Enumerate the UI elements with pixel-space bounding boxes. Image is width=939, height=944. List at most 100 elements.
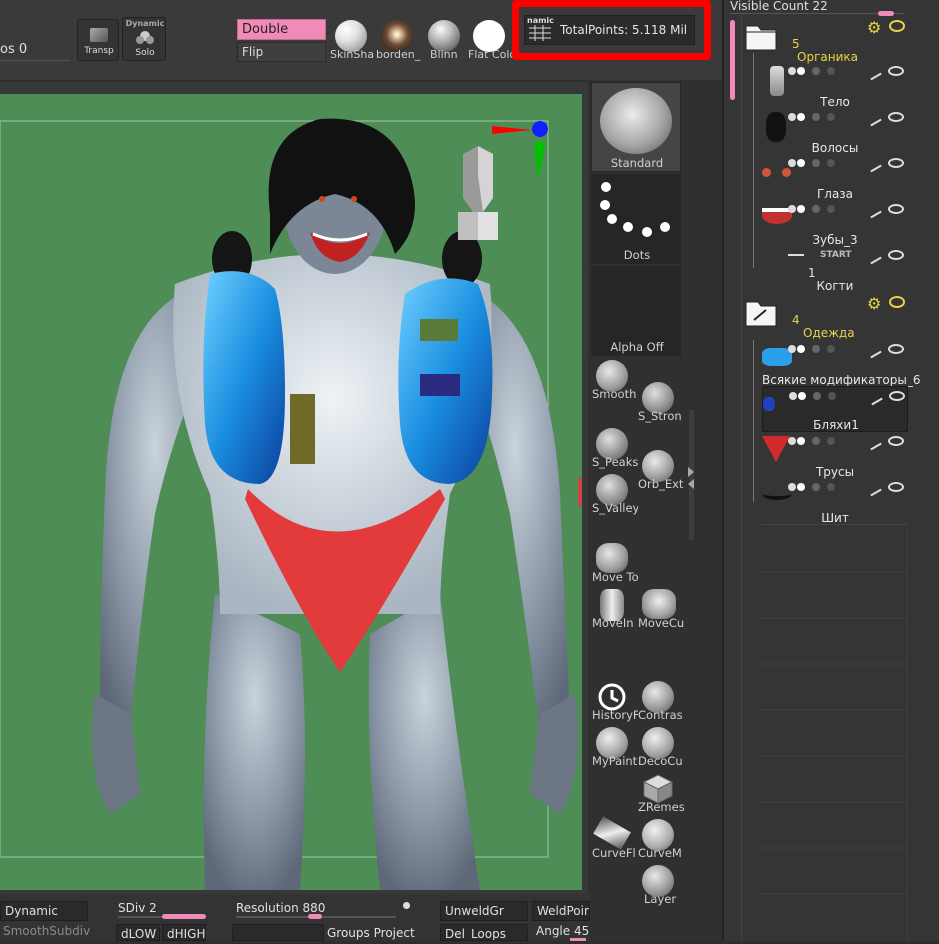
subtool-row-modifikatory[interactable]: Всякие модификаторы_6	[762, 340, 921, 387]
move-inf-brush[interactable]: MoveIn	[592, 589, 638, 633]
orb-ext-brush[interactable]: Orb_Ext	[638, 450, 684, 494]
move-topo-brush[interactable]: Move To	[592, 543, 638, 587]
kogti-brush-icon[interactable]	[866, 249, 882, 265]
solo-button[interactable]: Dynamic Solo	[122, 17, 166, 61]
curvefl-brush[interactable]: CurveFl	[592, 816, 638, 863]
history-brush[interactable]: HistoryF	[592, 681, 638, 725]
shelf-collapse-arrows[interactable]	[686, 465, 696, 489]
material-skinshade[interactable]: SkinSha	[330, 16, 374, 64]
s-valley-brush[interactable]: S_Valley	[592, 474, 638, 518]
subtool-row-zuby[interactable]: Зубы_3	[762, 200, 908, 247]
glaza-brush-icon[interactable]	[866, 157, 882, 173]
angle-slider[interactable]: Angle 45	[536, 924, 589, 938]
double-button[interactable]: Double	[237, 19, 326, 40]
groups-dummy-field[interactable]	[232, 924, 324, 941]
blyakhi-brush-icon[interactable]	[867, 390, 883, 406]
resolution-slider-thumb[interactable]	[308, 914, 322, 919]
material-flat-color[interactable]: Flat Colo	[468, 16, 514, 64]
resolution-slider[interactable]: Resolution 880	[236, 901, 325, 915]
standard-brush-button[interactable]: Standard	[591, 82, 681, 172]
blyakhi-visibility-controls[interactable]	[789, 392, 837, 403]
folder-odezhda-gear-icon[interactable]: ⚙	[867, 296, 883, 312]
s-peaks-brush[interactable]: S_Peaks	[592, 428, 638, 472]
trusy-visibility-controls[interactable]	[788, 437, 836, 448]
curvem-brush-label: CurveM	[638, 846, 682, 860]
s-strong-brush[interactable]: S_Stron	[638, 382, 684, 426]
mypaint-brush[interactable]: MyPaint	[592, 727, 638, 771]
move-curve-brush-label: MoveCu	[638, 616, 684, 630]
resolution-dot-icon[interactable]	[403, 902, 410, 909]
sdiv-label: SDiv	[118, 901, 146, 915]
trusy-eye-icon[interactable]	[888, 436, 904, 446]
volosy-visibility-controls[interactable]	[788, 113, 836, 124]
dynamic-button[interactable]: Dynamic	[0, 901, 88, 921]
steps-readout[interactable]: os 0	[0, 42, 27, 57]
blyakhi-label: Бляхи1	[813, 418, 859, 432]
zuby-brush-icon[interactable]	[866, 203, 882, 219]
visible-count-readout[interactable]: Visible Count 22	[730, 0, 828, 13]
folder-organika-eye-icon[interactable]	[889, 20, 905, 32]
zuby-visibility-controls[interactable]	[788, 205, 836, 216]
decocurve-brush[interactable]: DecoCu	[638, 727, 684, 771]
zuby-eye-icon[interactable]	[888, 204, 904, 214]
subtool-row-kogti[interactable]: START 1 Когти	[762, 246, 908, 294]
subtool-row-trusy[interactable]: Трусы	[762, 432, 908, 479]
head-orientation-icon[interactable]	[453, 146, 503, 242]
folder-odezhda-name[interactable]: Одежда	[803, 326, 855, 340]
steps-slider[interactable]	[0, 60, 70, 61]
telo-eye-icon[interactable]	[888, 66, 904, 76]
modifikatory-visibility-controls[interactable]	[788, 345, 836, 356]
dynamic-small-label: namic	[527, 16, 554, 25]
dlow-button[interactable]: dLOW	[116, 924, 160, 941]
canvas-edge-marker	[578, 478, 582, 506]
subtool-row-telo[interactable]: Тело	[762, 62, 908, 109]
material-borden[interactable]: borden_	[376, 16, 422, 64]
modifikatory-brush-icon[interactable]	[866, 343, 882, 359]
sdiv-slider[interactable]: SDiv 2	[118, 901, 157, 915]
zremesh-brush-label: ZRemes	[638, 800, 684, 814]
modifikatory-eye-icon[interactable]	[888, 344, 904, 354]
dhigh-button[interactable]: dHIGH	[162, 924, 206, 941]
folder-odezhda-icon[interactable]	[744, 298, 778, 328]
volosy-eye-icon[interactable]	[888, 112, 904, 122]
stroke-dots-button[interactable]: Dots	[591, 174, 681, 264]
folder-odezhda-eye-icon[interactable]	[889, 296, 905, 308]
groups-project-readout[interactable]: Groups Project	[327, 926, 415, 940]
trusy-brush-icon[interactable]	[866, 435, 882, 451]
subtool-row-glaza[interactable]: Глаза	[762, 154, 908, 201]
shit-visibility-controls[interactable]	[788, 483, 836, 494]
smooth-brush[interactable]: Smooth	[592, 360, 638, 404]
weldpoints-button[interactable]: WeldPoin	[532, 901, 590, 921]
contrast-brush[interactable]: Contras	[638, 681, 684, 725]
blyakhi-eye-icon[interactable]	[889, 391, 905, 401]
curvem-brush[interactable]: CurveM	[638, 819, 684, 863]
subtool-row-blyakhi-selected[interactable]: Бляхи1	[762, 386, 908, 432]
layer-brush[interactable]: Layer	[638, 865, 684, 909]
material-blinn[interactable]: Blinn	[425, 16, 465, 64]
folder-odezhda-bracket	[753, 340, 754, 502]
transp-button[interactable]: Transp	[77, 19, 119, 61]
volosy-brush-icon[interactable]	[866, 111, 882, 127]
glaza-eye-icon[interactable]	[888, 158, 904, 168]
del-loops-button[interactable]: Del_Loops	[440, 924, 528, 941]
alpha-off-button[interactable]: Alpha Off	[591, 266, 681, 356]
glaza-label: Глаза	[816, 187, 854, 201]
folder-organika-gear-icon[interactable]: ⚙	[867, 20, 883, 36]
unweldgroups-button[interactable]: UnweldGr	[440, 901, 528, 921]
telo-visibility-controls[interactable]	[788, 67, 836, 78]
zremesh-brush[interactable]: ZRemes	[638, 773, 684, 817]
shit-brush-icon[interactable]	[866, 481, 882, 497]
subtool-scrollbar[interactable]	[730, 20, 735, 100]
move-curve-brush[interactable]: MoveCu	[638, 589, 684, 633]
subtool-row-shit[interactable]: Шит	[762, 478, 908, 525]
flip-button[interactable]: Flip	[237, 42, 326, 62]
visible-count-thumb[interactable]	[878, 11, 894, 16]
shit-eye-icon[interactable]	[888, 482, 904, 492]
folder-organika-icon[interactable]	[744, 22, 778, 52]
smoothsubdiv-label[interactable]: SmoothSubdiv	[3, 924, 90, 938]
subtool-row-volosy[interactable]: Волосы	[762, 108, 908, 155]
sdiv-value: 2	[149, 901, 157, 915]
glaza-visibility-controls[interactable]	[788, 159, 836, 170]
telo-brush-icon[interactable]	[866, 65, 882, 81]
kogti-eye-icon[interactable]	[888, 250, 904, 260]
